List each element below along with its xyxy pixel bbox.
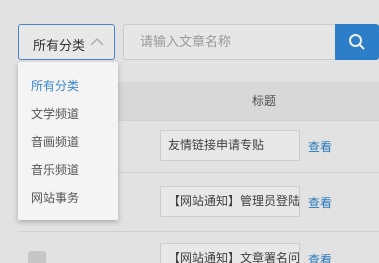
row-checkbox[interactable] bbox=[28, 251, 46, 263]
search-icon bbox=[349, 34, 365, 50]
chevron-up-icon bbox=[90, 37, 104, 46]
view-link[interactable]: 查看 bbox=[308, 138, 332, 155]
search-input[interactable] bbox=[123, 24, 335, 60]
dropdown-item-music[interactable]: 音乐频道 bbox=[31, 161, 79, 178]
column-header-title: 标题 bbox=[252, 94, 277, 108]
category-select-value: 所有分类 bbox=[33, 39, 86, 54]
dropdown-item-site-affairs[interactable]: 网站事务 bbox=[31, 189, 79, 206]
row-divider bbox=[18, 231, 379, 232]
view-link[interactable]: 查看 bbox=[308, 251, 332, 263]
article-list-page: 所有分类 标题 友情链接申请专贴 查看 【网站通知】管理员登陆 查看 【网站通知… bbox=[0, 0, 379, 263]
search-button[interactable] bbox=[335, 24, 379, 60]
dropdown-item-all[interactable]: 所有分类 bbox=[31, 77, 79, 94]
article-title-cell: 【网站通知】文章署名问 bbox=[160, 243, 300, 263]
category-select[interactable]: 所有分类 bbox=[18, 24, 115, 60]
article-title-cell: 友情链接申请专贴 bbox=[160, 130, 300, 161]
dropdown-item-audio-visual[interactable]: 音画频道 bbox=[31, 133, 79, 150]
category-dropdown-menu: 所有分类 文学频道 音画频道 音乐频道 网站事务 bbox=[18, 62, 118, 220]
dropdown-item-literature[interactable]: 文学频道 bbox=[31, 105, 79, 122]
article-title-cell: 【网站通知】管理员登陆 bbox=[160, 186, 300, 217]
view-link[interactable]: 查看 bbox=[308, 194, 332, 211]
